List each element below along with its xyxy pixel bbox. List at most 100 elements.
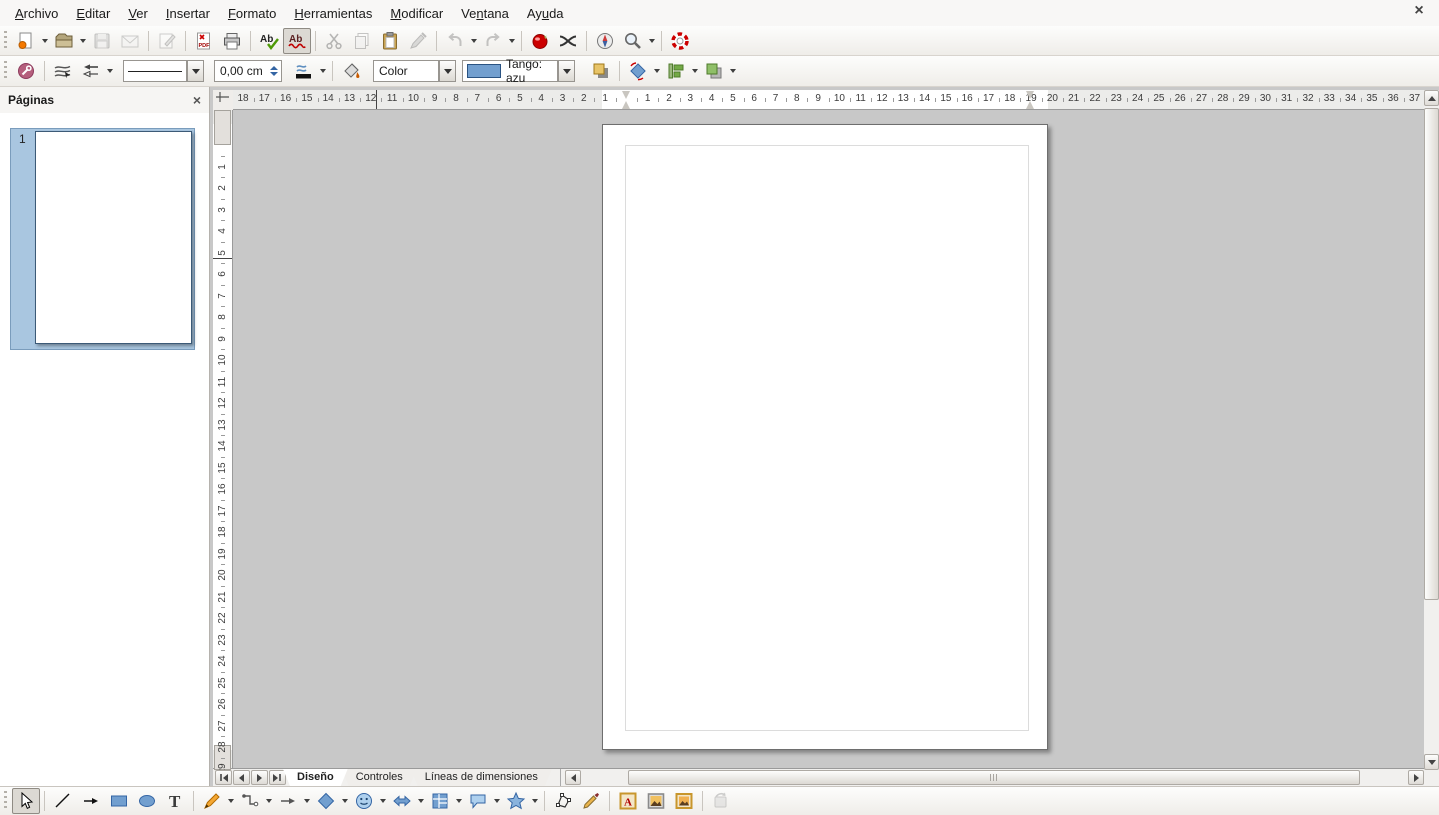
tab-lineas-de-dimensiones[interactable]: Líneas de dimensiones [411, 769, 552, 786]
glue-points-button[interactable] [577, 788, 605, 814]
hyperlink-button[interactable] [526, 28, 554, 54]
h-ruler-left-margin-marker[interactable] [622, 91, 631, 109]
window-close-button[interactable]: × [1409, 2, 1429, 20]
fill-color-box[interactable]: Tango: azu [462, 60, 558, 82]
pages-panel-close-button[interactable]: × [193, 92, 201, 108]
align-dropdown[interactable] [690, 59, 700, 83]
curve-tool-button[interactable] [198, 788, 226, 814]
line-style-dropdown[interactable] [187, 60, 204, 82]
lines-arrows-button[interactable] [274, 788, 302, 814]
tab-controles[interactable]: Controles [342, 769, 417, 786]
ellipse-tool-button[interactable] [133, 788, 161, 814]
line-color-button[interactable] [290, 58, 318, 84]
scroll-up-button[interactable] [1424, 90, 1439, 106]
block-arrows-button[interactable] [388, 788, 416, 814]
line-width-value[interactable]: 0,00 cm [215, 64, 267, 78]
ruler-origin[interactable] [213, 90, 233, 110]
menu-item-herramientas[interactable]: Herramientas [285, 3, 381, 24]
transformations-button[interactable] [624, 58, 652, 84]
scroll-down-button[interactable] [1424, 754, 1439, 770]
tab-next-button[interactable] [251, 770, 268, 785]
redo-button[interactable] [479, 28, 507, 54]
fill-color-dropdown[interactable] [558, 60, 575, 82]
menu-item-ayuda[interactable]: Ayuda [518, 3, 573, 24]
spelling-button[interactable]: Ab [255, 28, 283, 54]
align-button[interactable] [662, 58, 690, 84]
arrow-style-button[interactable] [77, 58, 105, 84]
save-button[interactable] [88, 28, 116, 54]
lines-arrows-dropdown[interactable] [302, 789, 312, 813]
edit-file-button[interactable] [153, 28, 181, 54]
edit-points-button[interactable] [549, 788, 577, 814]
fill-color-select[interactable]: Tango: azu [462, 60, 575, 82]
line-style-select[interactable] [123, 60, 204, 82]
snap-lines-button[interactable] [554, 28, 582, 54]
tab-previous-button[interactable] [233, 770, 250, 785]
line-color-dropdown[interactable] [318, 59, 328, 83]
horizontal-scrollbar-thumb[interactable] [628, 770, 1360, 785]
redo-dropdown[interactable] [507, 29, 517, 53]
connector-tool-button[interactable] [236, 788, 264, 814]
area-style-value[interactable]: Color [373, 60, 439, 82]
toolbar-grip[interactable] [2, 31, 9, 51]
clone-formatting-button[interactable] [404, 28, 432, 54]
new-document-dropdown[interactable] [40, 29, 50, 53]
export-pdf-button[interactable]: PDF [190, 28, 218, 54]
arrange-button[interactable] [700, 58, 728, 84]
spin-down-icon[interactable] [270, 72, 278, 76]
tab-diseno[interactable]: Diseño [283, 769, 348, 786]
v-ruler[interactable]: 1234567891011121314151617181920212223242… [213, 110, 233, 770]
new-document-button[interactable] [12, 28, 40, 54]
gallery-button[interactable] [670, 788, 698, 814]
scroll-right-button[interactable] [1408, 770, 1424, 785]
navigator-button[interactable] [591, 28, 619, 54]
from-file-button[interactable] [642, 788, 670, 814]
spin-up-icon[interactable] [270, 66, 278, 70]
line-dialog-button[interactable] [49, 58, 77, 84]
styles-and-formatting-button[interactable] [12, 58, 40, 84]
tab-first-button[interactable] [215, 770, 232, 785]
tab-last-button[interactable] [269, 770, 286, 785]
vertical-scrollbar[interactable] [1424, 90, 1439, 770]
auto-spellcheck-button[interactable]: Ab [283, 28, 311, 54]
line-width-field[interactable]: 0,00 cm [214, 60, 282, 82]
line-tool-button[interactable] [49, 788, 77, 814]
drawing-canvas[interactable] [233, 110, 1424, 768]
v-ruler-top-margin-marker[interactable] [214, 110, 231, 145]
open-dropdown[interactable] [78, 29, 88, 53]
menu-item-insertar[interactable]: Insertar [157, 3, 219, 24]
menu-item-archivo[interactable]: Archivo [6, 3, 67, 24]
zoom-dropdown[interactable] [647, 29, 657, 53]
symbol-shapes-dropdown[interactable] [378, 789, 388, 813]
menu-item-modificar[interactable]: Modificar [381, 3, 452, 24]
menu-item-ver[interactable]: Ver [119, 3, 157, 24]
select-tool-button[interactable] [12, 788, 40, 814]
menu-item-formato[interactable]: Formato [219, 3, 285, 24]
area-style-select[interactable]: Color [373, 60, 456, 82]
area-fill-button[interactable] [337, 58, 365, 84]
arrow-style-dropdown[interactable] [105, 59, 115, 83]
arrange-dropdown[interactable] [728, 59, 738, 83]
help-button[interactable] [666, 28, 694, 54]
scroll-left-button[interactable] [565, 770, 581, 785]
copy-button[interactable] [348, 28, 376, 54]
undo-button[interactable] [441, 28, 469, 54]
block-arrows-dropdown[interactable] [416, 789, 426, 813]
flowchart-dropdown[interactable] [454, 789, 464, 813]
vertical-scrollbar-thumb[interactable] [1424, 108, 1439, 600]
cut-button[interactable] [320, 28, 348, 54]
transformations-dropdown[interactable] [652, 59, 662, 83]
line-width-spinner[interactable] [267, 61, 281, 81]
undo-dropdown[interactable] [469, 29, 479, 53]
rotate-button[interactable] [707, 788, 735, 814]
connector-dropdown[interactable] [264, 789, 274, 813]
stars-dropdown[interactable] [530, 789, 540, 813]
line-ends-arrow-button[interactable] [77, 788, 105, 814]
h-ruler-right-margin-marker[interactable] [1026, 91, 1035, 109]
basic-shapes-button[interactable] [312, 788, 340, 814]
rectangle-tool-button[interactable] [105, 788, 133, 814]
area-style-dropdown[interactable] [439, 60, 456, 82]
symbol-shapes-button[interactable] [350, 788, 378, 814]
menu-item-ventana[interactable]: Ventana [452, 3, 518, 24]
callouts-dropdown[interactable] [492, 789, 502, 813]
